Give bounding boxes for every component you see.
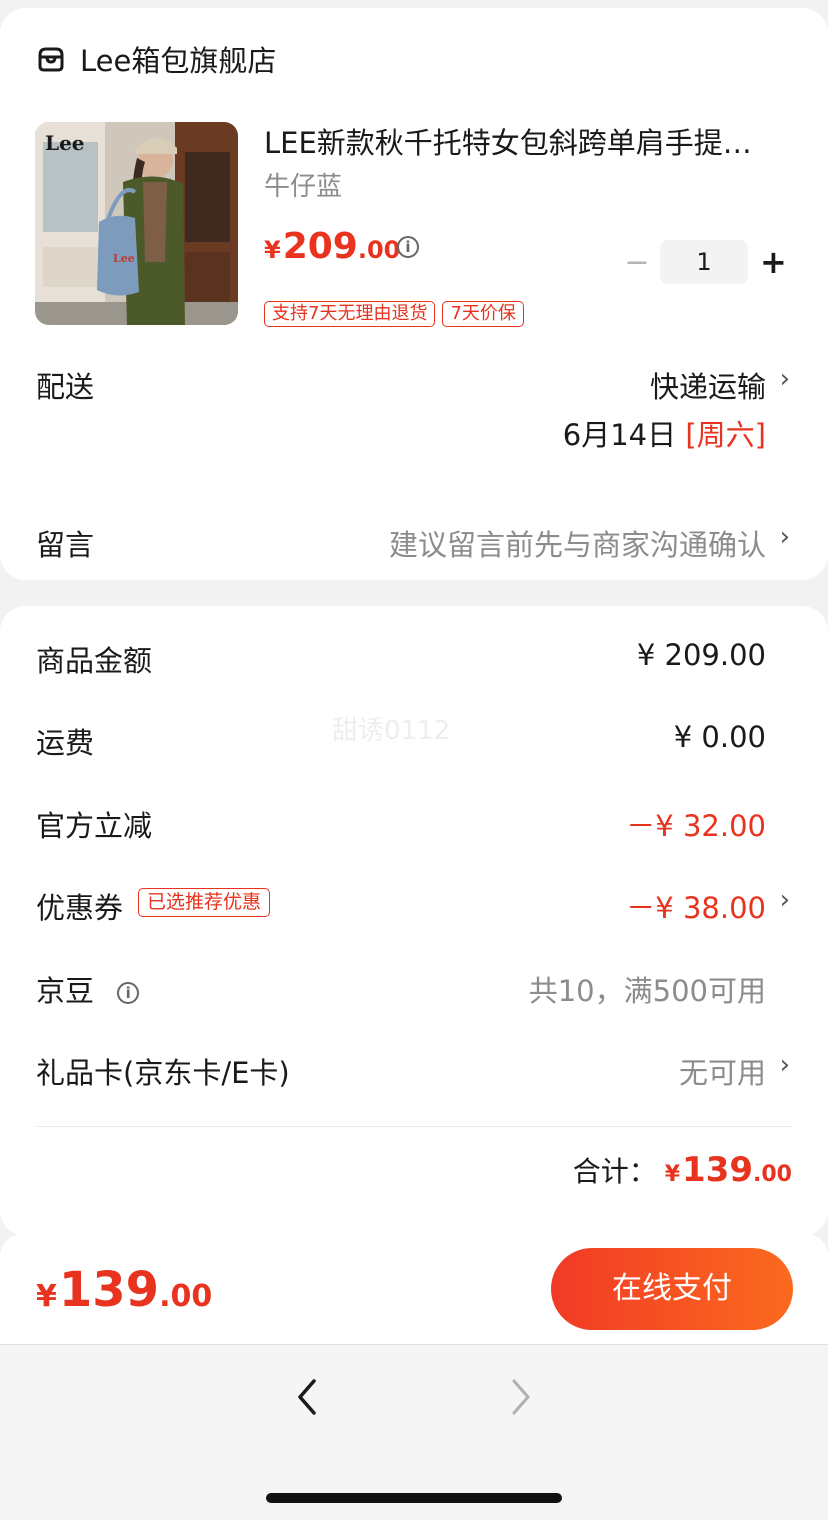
chevron-right-icon[interactable]: ›	[780, 885, 790, 915]
qty-input[interactable]: 1	[660, 240, 748, 284]
jd-beans-text: 京豆	[36, 974, 95, 1008]
goods-amount-label: 商品金额	[36, 644, 153, 678]
shop-name: Lee箱包旗舰店	[80, 44, 277, 78]
product-price: ¥ 209 .00	[264, 226, 400, 267]
discount-label: 官方立减	[36, 809, 153, 843]
chevron-right-icon[interactable]: ›	[780, 522, 790, 552]
bottom-decimal: .00	[159, 1279, 213, 1314]
price-currency: ¥	[264, 236, 281, 264]
price-integer: 209	[282, 226, 358, 267]
shipping-label: 运费	[36, 726, 95, 760]
service-tags: 支持7天无理由退货 7天价保	[264, 301, 524, 327]
message-label: 留言	[36, 528, 95, 562]
home-indicator[interactable]	[266, 1493, 562, 1503]
coupon-tag: 已选推荐优惠	[138, 888, 271, 917]
bottom-pay-bar: ¥ 139 .00 在线支付	[0, 1234, 828, 1344]
product-image[interactable]: Lee Lee	[35, 122, 238, 325]
svg-text:Lee: Lee	[113, 252, 135, 265]
chevron-right-icon[interactable]: ›	[780, 1050, 790, 1080]
tag-return-policy: 支持7天无理由退货	[264, 301, 436, 327]
online-pay-button[interactable]: 在线支付	[551, 1248, 793, 1330]
delivery-method[interactable]: 快递运输	[650, 364, 766, 406]
svg-text:Lee: Lee	[45, 131, 85, 155]
back-arrow-icon[interactable]	[288, 1377, 328, 1417]
watermark: 甜诱0112	[332, 716, 451, 746]
forward-arrow-icon[interactable]	[500, 1377, 540, 1417]
product-title[interactable]: LEE新款秋千托特女包斜跨单肩手提…	[264, 120, 792, 162]
chevron-right-icon[interactable]: ›	[780, 364, 790, 394]
product-variant[interactable]: 牛仔蓝	[264, 166, 342, 203]
total-row: 合计： ¥ 139 .00	[573, 1150, 792, 1190]
divider	[36, 1126, 792, 1127]
total-decimal: .00	[753, 1162, 792, 1187]
total-integer: 139	[682, 1150, 754, 1190]
bottom-integer: 139	[58, 1262, 160, 1318]
store-icon	[38, 47, 64, 72]
total-label: 合计：	[572, 1155, 657, 1188]
tag-price-protect: 7天价保	[442, 301, 524, 327]
info-icon[interactable]: i	[117, 982, 140, 1004]
message-input[interactable]: 建议留言前先与商家沟通确认	[389, 522, 766, 564]
shipping-value: ¥ 0.00	[673, 720, 766, 754]
quantity-stepper: − 1 +	[622, 240, 787, 284]
product-photo: Lee Lee	[35, 122, 238, 325]
coupon-label: 优惠券	[36, 891, 124, 925]
jd-beans-value: 共10，满500可用	[528, 974, 766, 1008]
discount-value: －¥ 32.00	[626, 809, 766, 843]
delivery-weekday: [周六]	[685, 418, 766, 452]
qty-minus-button[interactable]: −	[622, 245, 652, 280]
bottom-currency: ¥	[36, 1279, 57, 1314]
delivery-label: 配送	[36, 370, 95, 404]
total-amount: ¥ 139 .00	[665, 1150, 792, 1190]
price-detail-card: 甜诱0112 商品金额 ¥ 209.00 运费 ¥ 0.00 官方立减 －¥ 3…	[0, 606, 828, 1236]
shop-header[interactable]: Lee箱包旗舰店	[36, 38, 276, 80]
delivery-date-text: 6月14日	[562, 418, 677, 452]
price-decimal: .00	[357, 236, 401, 264]
giftcard-value[interactable]: 无可用	[679, 1050, 766, 1092]
total-currency: ¥	[664, 1162, 681, 1187]
goods-amount-value: ¥ 209.00	[636, 638, 766, 672]
info-icon[interactable]: i	[397, 236, 419, 258]
delivery-date[interactable]: 6月14日 [周六]	[563, 412, 766, 454]
qty-plus-button[interactable]: +	[760, 243, 787, 281]
order-card: Lee箱包旗舰店 Lee Lee LEE新款秋千托特女包斜跨单肩手提… 牛仔蓝 …	[0, 8, 828, 580]
jd-beans-label: 京豆 i	[36, 968, 140, 1010]
coupon-value[interactable]: －¥ 38.00	[626, 885, 766, 927]
browser-toolbar	[0, 1344, 828, 1520]
giftcard-label: 礼品卡(京东卡/E卡)	[36, 1056, 290, 1090]
bottom-total-price: ¥ 139 .00	[36, 1262, 212, 1318]
